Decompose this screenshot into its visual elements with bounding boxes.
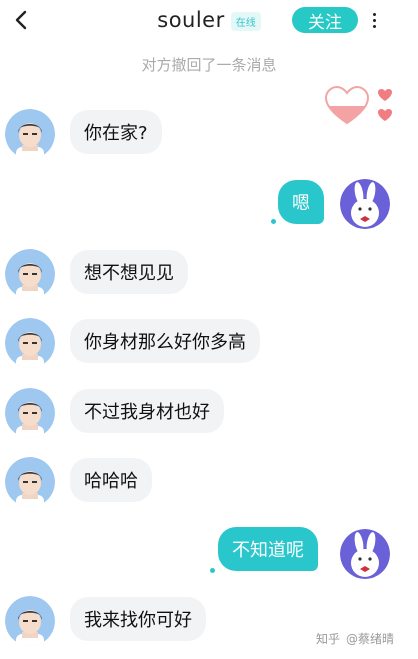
message-bubble-incoming[interactable]: 我来找你可好 xyxy=(70,597,206,641)
chat-header: souler 在线 关注 xyxy=(0,0,418,42)
message-bubble-incoming[interactable]: 哈哈哈 xyxy=(70,458,152,502)
watermark-author: @蔡绪晴 xyxy=(346,632,395,646)
recalled-message-notice: 对方撤回了一条消息 xyxy=(141,56,277,74)
my-avatar[interactable] xyxy=(340,179,390,229)
sender-avatar[interactable] xyxy=(5,318,55,368)
follow-button[interactable]: 关注 xyxy=(292,7,358,33)
heart-icon xyxy=(378,89,392,101)
read-indicator xyxy=(210,568,215,573)
sender-avatar[interactable] xyxy=(5,388,55,438)
message-bubble-incoming[interactable]: 不过我身材也好 xyxy=(70,389,224,433)
online-status-badge: 在线 xyxy=(230,11,261,31)
watermark: 知乎 @蔡绪晴 xyxy=(316,630,394,647)
message-bubble-incoming[interactable]: 你在家? xyxy=(70,110,162,154)
my-avatar[interactable] xyxy=(340,529,390,579)
sender-avatar[interactable] xyxy=(5,109,55,159)
message-bubble-incoming[interactable]: 你身材那么好你多高 xyxy=(70,319,260,363)
message-bubble-outgoing[interactable]: 不知道呢 xyxy=(218,527,318,571)
message-bubble-incoming[interactable]: 想不想见见 xyxy=(70,250,188,294)
more-options-button[interactable] xyxy=(366,8,382,32)
heart-meter-icon[interactable] xyxy=(324,86,370,126)
chat-title: souler xyxy=(157,8,225,32)
heart-icon xyxy=(378,109,392,121)
sender-avatar[interactable] xyxy=(5,249,55,299)
sender-avatar[interactable] xyxy=(5,596,55,646)
watermark-site: 知乎 xyxy=(316,632,341,646)
sender-avatar[interactable] xyxy=(5,457,55,507)
message-bubble-outgoing[interactable]: 嗯 xyxy=(278,180,324,224)
read-indicator xyxy=(271,219,276,224)
